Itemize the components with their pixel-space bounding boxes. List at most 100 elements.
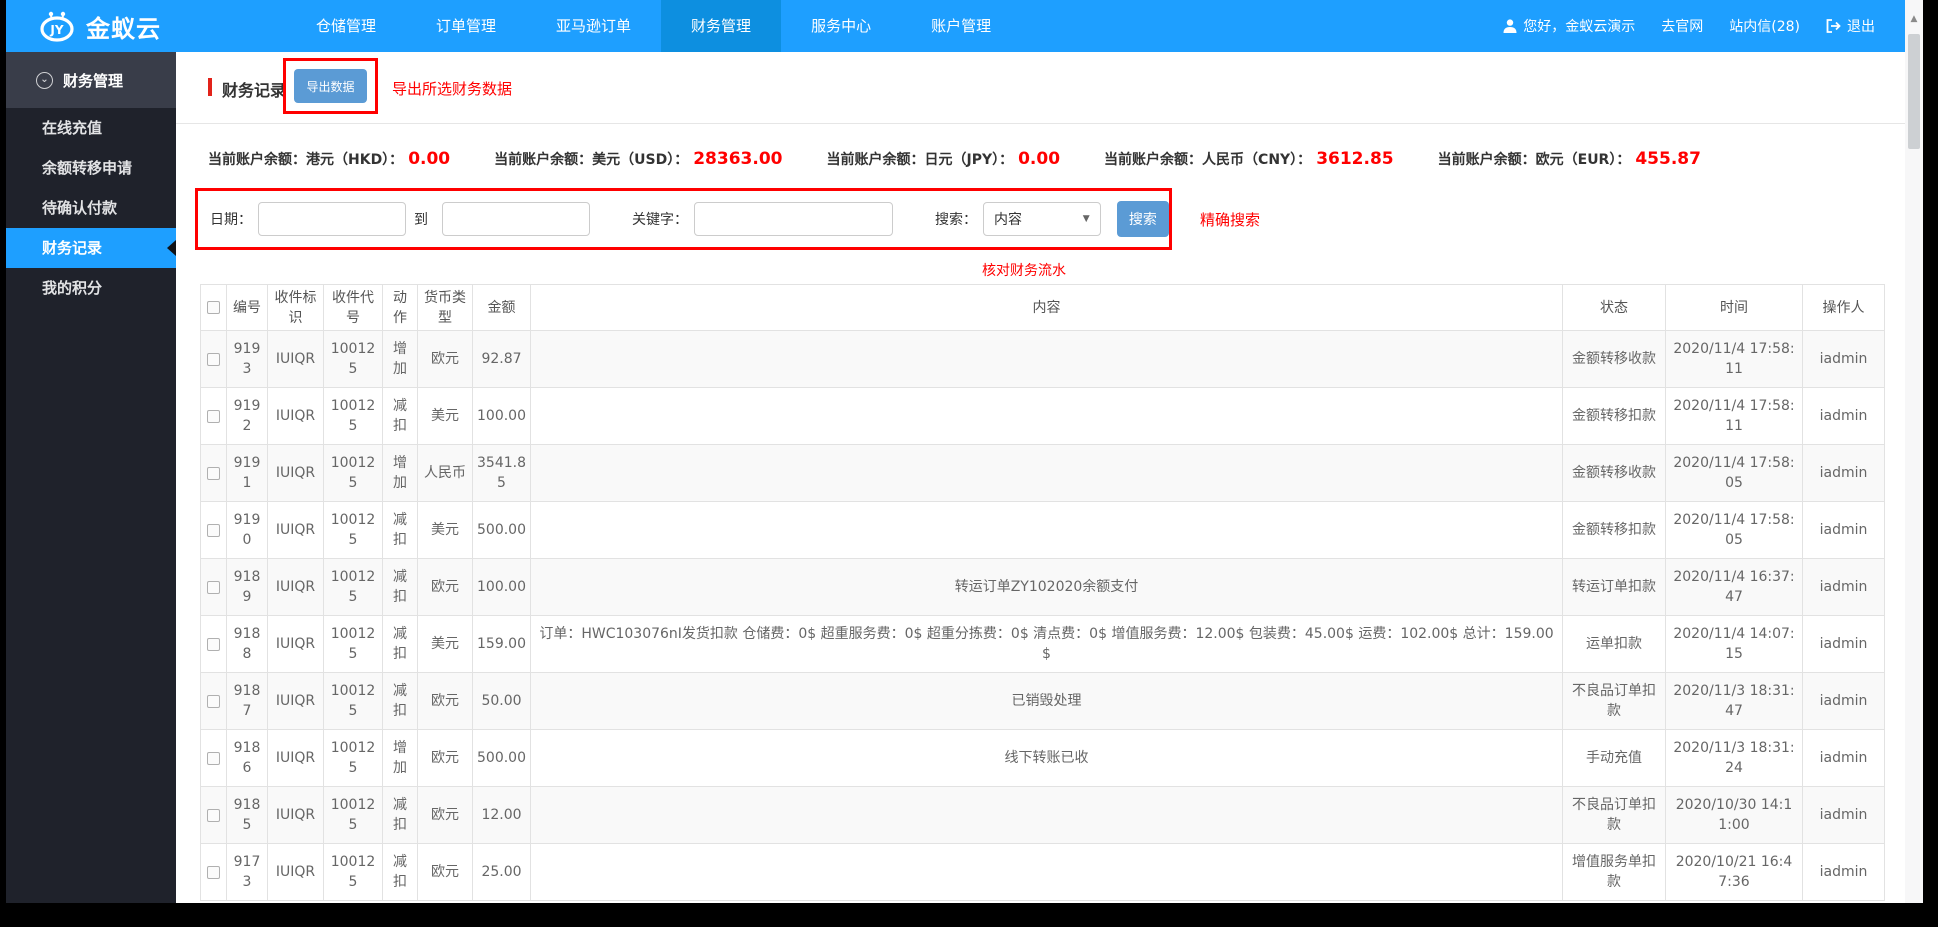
cell-content: 订单：HWC103076nI发货扣款 仓储费：0$ 超重服务费：0$ 超重分拣费… [531,616,1563,673]
cell-operator: iadmin [1803,787,1885,844]
cell-id: 9190 [227,502,268,559]
export-data-button[interactable]: 导出数据 [294,69,367,103]
nav-item-仓储管理[interactable]: 仓储管理 [286,0,406,52]
table-header-row: 编号收件标识收件代号动作货币类型金额内容状态时间操作人 [201,285,1885,331]
nav-item-服务中心[interactable]: 服务中心 [781,0,901,52]
row-checkbox[interactable] [207,524,220,537]
keyword-input[interactable] [694,202,893,236]
table-row: 9192IUIQR100125减扣美元100.00金额转移扣款2020/11/4… [201,388,1885,445]
cell-time: 2020/11/4 17:58:11 [1666,331,1803,388]
messages-link[interactable]: 站内信(28) [1729,16,1800,36]
cell-operator: iadmin [1803,616,1885,673]
row-checkbox[interactable] [207,467,220,480]
cell-amount: 25.00 [473,844,531,901]
title-red-mark [208,78,212,96]
sidebar-item-我的积分[interactable]: 我的积分 [6,268,176,308]
cell-status: 金额转移收款 [1563,445,1666,502]
sidebar: ⌄ 财务管理 在线充值余额转移申请待确认付款财务记录我的积分 [6,52,176,903]
table-row: 9187IUIQR100125减扣欧元50.00已销毁处理不良品订单扣款2020… [201,673,1885,730]
balance-item: 当前账户余额：美元（USD）：28363.00 [494,149,782,169]
cell-content [531,502,1563,559]
cell-content [531,331,1563,388]
app-window: JY 金蚁云 仓储管理订单管理亚马逊订单财务管理服务中心账户管理 您好，金蚁云演… [6,0,1923,903]
sidebar-header-finance[interactable]: ⌄ 财务管理 [6,52,176,108]
select-all-checkbox[interactable] [207,301,220,314]
cell-id: 9188 [227,616,268,673]
user-greeting-text: 您好，金蚁云演示 [1523,16,1635,36]
cell-time: 2020/10/21 16:47:36 [1666,844,1803,901]
search-button[interactable]: 搜索 [1117,201,1169,237]
cell-status: 转运订单扣款 [1563,559,1666,616]
sidebar-item-待确认付款[interactable]: 待确认付款 [6,188,176,228]
cell-mark: IUIQR [268,673,324,730]
nav-item-订单管理[interactable]: 订单管理 [406,0,526,52]
balance-item: 当前账户余额：日元（JPY）：0.00 [826,149,1060,169]
cell-content: 已销毁处理 [531,673,1563,730]
cell-currency: 美元 [418,502,473,559]
main-nav: 仓储管理订单管理亚马逊订单财务管理服务中心账户管理 [286,0,1021,52]
cell-amount: 50.00 [473,673,531,730]
nav-item-财务管理[interactable]: 财务管理 [661,0,781,52]
vertical-scrollbar[interactable]: ▲ [1905,0,1923,903]
cell-currency: 欧元 [418,673,473,730]
annotation-box-search-filters: 日期： 到 关键字： 搜索： 内容 ▼ 搜索 [195,188,1172,250]
balance-value: 0.00 [1018,149,1060,169]
balance-label: 当前账户余额：日元（JPY）： [826,149,1013,169]
topbar-right: 您好，金蚁云演示 去官网 站内信(28) 退出 [1503,0,1875,52]
sidebar-item-在线充值[interactable]: 在线充值 [6,108,176,148]
logo[interactable]: JY 金蚁云 [40,0,161,52]
cell-currency: 欧元 [418,559,473,616]
divider [176,123,1905,124]
row-checkbox[interactable] [207,638,220,651]
cell-content: 线下转账已收 [531,730,1563,787]
nav-item-账户管理[interactable]: 账户管理 [901,0,1021,52]
column-header-金额: 金额 [473,285,531,331]
logo-text: 金蚁云 [86,9,161,44]
account-balances: 当前账户余额：港元（HKD）：0.00当前账户余额：美元（USD）：28363.… [208,130,1701,188]
page-header: 财务记录 导出数据 导出所选财务数据 [176,52,1905,123]
cell-status: 金额转移扣款 [1563,388,1666,445]
row-checkbox[interactable] [207,866,220,879]
search-type-select[interactable]: 内容 ▼ [983,202,1101,236]
row-checkbox[interactable] [207,581,220,594]
table-row: 9186IUIQR100125增加欧元500.00线下转账已收手动充值2020/… [201,730,1885,787]
row-checkbox[interactable] [207,410,220,423]
cell-operator: iadmin [1803,445,1885,502]
cell-code: 100125 [324,673,383,730]
logout-text: 退出 [1847,16,1875,36]
cell-operator: iadmin [1803,673,1885,730]
cell-operator: iadmin [1803,844,1885,901]
row-checkbox[interactable] [207,353,220,366]
go-official-link[interactable]: 去官网 [1661,16,1703,36]
balance-value: 3612.85 [1316,149,1393,169]
user-greeting[interactable]: 您好，金蚁云演示 [1503,16,1635,36]
date-from-input[interactable] [258,202,406,236]
chevron-down-icon: ▼ [1083,214,1090,224]
sidebar-item-余额转移申请[interactable]: 余额转移申请 [6,148,176,188]
date-to-input[interactable] [442,202,590,236]
cell-content: 转运订单ZY102020余额支付 [531,559,1563,616]
cell-action: 增加 [383,730,418,787]
balance-value: 455.87 [1635,149,1701,169]
cell-currency: 欧元 [418,331,473,388]
column-header-编号: 编号 [227,285,268,331]
cell-amount: 100.00 [473,559,531,616]
balance-label: 当前账户余额：美元（USD）： [494,149,688,169]
cell-mark: IUIQR [268,616,324,673]
search-type-label: 搜索： [935,209,977,229]
nav-item-亚马逊订单[interactable]: 亚马逊订单 [526,0,661,52]
cell-action: 减扣 [383,559,418,616]
sidebar-item-财务记录[interactable]: 财务记录 [6,228,176,268]
row-checkbox[interactable] [207,695,220,708]
scroll-up-arrow-icon[interactable]: ▲ [1905,14,1923,24]
row-checkbox[interactable] [207,752,220,765]
annotation-box-export: 导出数据 [283,58,378,114]
cell-currency: 欧元 [418,730,473,787]
annotation-search-note: 精确搜索 [1200,209,1260,230]
balance-item: 当前账户余额：欧元（EUR）：455.87 [1438,149,1701,169]
row-checkbox[interactable] [207,809,220,822]
scrollbar-thumb[interactable] [1908,34,1920,149]
main-content: 财务记录 导出数据 导出所选财务数据 当前账户余额：港元（HKD）：0.00当前… [176,52,1905,903]
logout-link[interactable]: 退出 [1826,16,1875,36]
topbar: JY 金蚁云 仓储管理订单管理亚马逊订单财务管理服务中心账户管理 您好，金蚁云演… [6,0,1905,52]
